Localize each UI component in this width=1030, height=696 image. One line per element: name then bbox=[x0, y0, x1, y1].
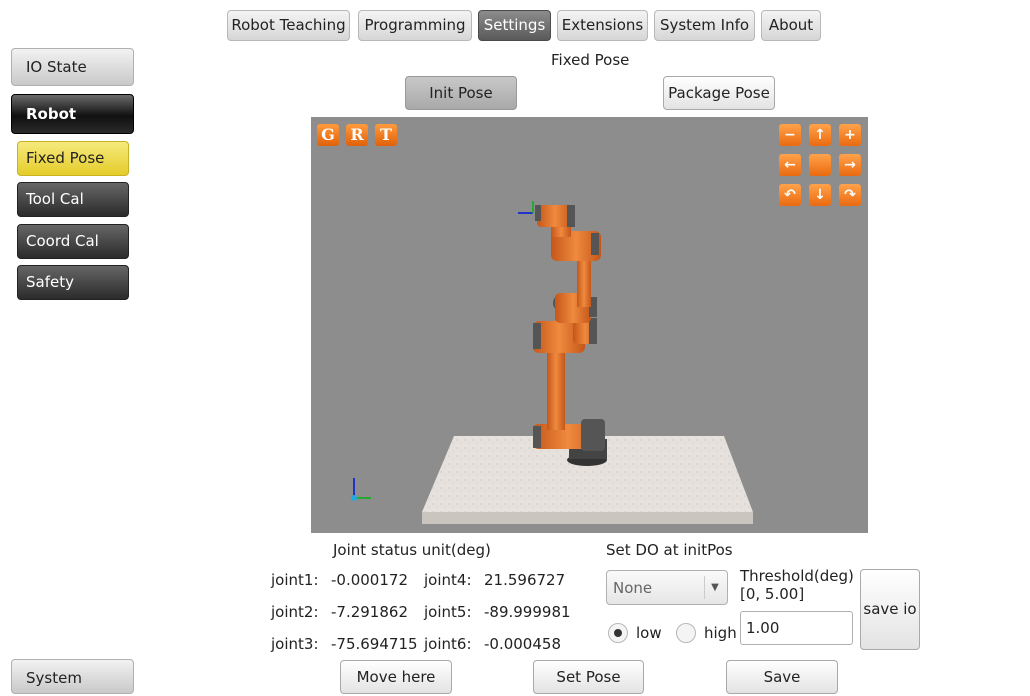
sidebar-item-system[interactable]: System bbox=[11, 659, 134, 694]
init-pose-button[interactable]: Init Pose bbox=[405, 76, 517, 110]
tab-settings[interactable]: Settings bbox=[478, 10, 551, 41]
robot-3d-viewport[interactable]: G R T − ↑ + ← → ↶ ↓ ↷ bbox=[311, 117, 868, 533]
joint6-label: joint6: bbox=[424, 635, 472, 653]
joint2-value: -7.291862 bbox=[331, 603, 408, 621]
zoom-out-icon[interactable]: − bbox=[779, 124, 801, 146]
joint-status-title: Joint status unit(deg) bbox=[333, 541, 491, 559]
arrow-up-icon[interactable]: ↑ bbox=[809, 124, 831, 146]
threshold-range: [0, 5.00] bbox=[740, 585, 805, 603]
joint4-value: 21.596727 bbox=[484, 571, 566, 589]
global-mode-button[interactable]: G bbox=[317, 124, 339, 146]
save-io-button[interactable]: save io bbox=[860, 569, 920, 650]
rotate-right-icon[interactable]: ↷ bbox=[839, 184, 861, 206]
set-pose-button[interactable]: Set Pose bbox=[533, 660, 644, 694]
do-select[interactable]: None ▼ bbox=[606, 570, 728, 605]
center-icon[interactable] bbox=[809, 154, 831, 176]
package-pose-button[interactable]: Package Pose bbox=[663, 76, 775, 110]
robot-scene bbox=[351, 201, 753, 524]
sidebar-item-robot[interactable]: Robot bbox=[11, 94, 134, 134]
do-select-value: None bbox=[613, 579, 653, 597]
low-label: low bbox=[636, 624, 662, 642]
tab-extensions[interactable]: Extensions bbox=[557, 10, 648, 41]
arrow-down-icon[interactable]: ↓ bbox=[809, 184, 831, 206]
set-do-title: Set DO at initPos bbox=[606, 541, 733, 559]
zoom-in-icon[interactable]: + bbox=[839, 124, 861, 146]
joint3-label: joint3: bbox=[271, 635, 319, 653]
joint5-label: joint5: bbox=[424, 603, 472, 621]
panel-title: Fixed Pose bbox=[551, 51, 630, 69]
rotate-left-icon[interactable]: ↶ bbox=[779, 184, 801, 206]
joint1-value: -0.000172 bbox=[331, 571, 408, 589]
joint4-label: joint4: bbox=[424, 571, 472, 589]
threshold-label: Threshold(deg) bbox=[740, 567, 854, 585]
sidebar-item-fixed-pose[interactable]: Fixed Pose bbox=[17, 141, 129, 176]
high-label: high bbox=[704, 624, 737, 642]
sidebar-item-safety[interactable]: Safety bbox=[17, 265, 129, 300]
arrow-right-icon[interactable]: → bbox=[839, 154, 861, 176]
tab-about[interactable]: About bbox=[761, 10, 821, 41]
chevron-down-icon: ▼ bbox=[704, 576, 725, 599]
high-radio[interactable] bbox=[676, 623, 696, 643]
joint3-value: -75.694715 bbox=[331, 635, 418, 653]
rotate-mode-button[interactable]: R bbox=[346, 124, 368, 146]
arrow-left-icon[interactable]: ← bbox=[779, 154, 801, 176]
move-here-button[interactable]: Move here bbox=[340, 660, 452, 694]
tab-system-info[interactable]: System Info bbox=[654, 10, 755, 41]
joint6-value: -0.000458 bbox=[484, 635, 561, 653]
save-button[interactable]: Save bbox=[726, 660, 838, 694]
sidebar-item-io-state[interactable]: IO State bbox=[11, 48, 134, 86]
tab-programming[interactable]: Programming bbox=[358, 10, 472, 41]
low-radio[interactable] bbox=[608, 623, 628, 643]
joint2-label: joint2: bbox=[271, 603, 319, 621]
translate-mode-button[interactable]: T bbox=[375, 124, 397, 146]
joint5-value: -89.999981 bbox=[484, 603, 571, 621]
sidebar-item-tool-cal[interactable]: Tool Cal bbox=[17, 182, 129, 217]
threshold-input-value: 1.00 bbox=[746, 619, 780, 637]
threshold-input[interactable]: 1.00 bbox=[740, 611, 853, 645]
tab-robot-teaching[interactable]: Robot Teaching bbox=[227, 10, 350, 41]
sidebar-item-coord-cal[interactable]: Coord Cal bbox=[17, 224, 129, 259]
joint1-label: joint1: bbox=[271, 571, 319, 589]
